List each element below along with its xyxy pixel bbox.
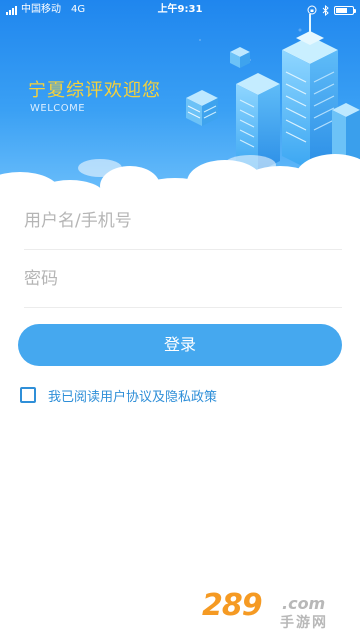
welcome-subtitle: WELCOME: [30, 103, 86, 114]
battery-icon: [334, 5, 356, 15]
header-banner: 中国移动 4G 上午9:31 宁夏综评欢迎您 WELCOME: [0, 0, 360, 200]
watermark-logo: 289 .com 手游网: [202, 588, 352, 632]
status-right: [307, 0, 356, 20]
floating-cube-left: [186, 90, 218, 126]
status-time: 上午9:31: [157, 4, 203, 15]
login-button[interactable]: 登录: [18, 324, 342, 366]
floating-cube-top: [230, 47, 250, 68]
password-input[interactable]: [24, 250, 342, 307]
battery-fill: [336, 7, 347, 13]
welcome-title: 宁夏综评欢迎您: [28, 80, 161, 101]
watermark-domain: .com: [282, 594, 326, 613]
agreement-checkbox[interactable]: [20, 387, 36, 403]
watermark-chinese: 手游网: [280, 615, 328, 631]
watermark-number: 289: [202, 588, 263, 623]
login-screen: 中国移动 4G 上午9:31 宁夏综评欢迎您 WELCOME 用户名/手机号 登…: [0, 0, 360, 638]
bluetooth-icon: [322, 4, 329, 16]
agreement-row[interactable]: 我已阅读用户协议及隐私政策: [20, 385, 217, 405]
username-input[interactable]: [24, 192, 342, 249]
main-tower: [282, 14, 338, 170]
username-field[interactable]: [24, 192, 342, 250]
status-bar: 中国移动 4G 上午9:31: [0, 0, 360, 20]
agreement-text[interactable]: 我已阅读用户协议及隐私政策: [48, 386, 217, 405]
lock-rotation-icon: [307, 5, 317, 15]
password-field[interactable]: [24, 250, 342, 308]
